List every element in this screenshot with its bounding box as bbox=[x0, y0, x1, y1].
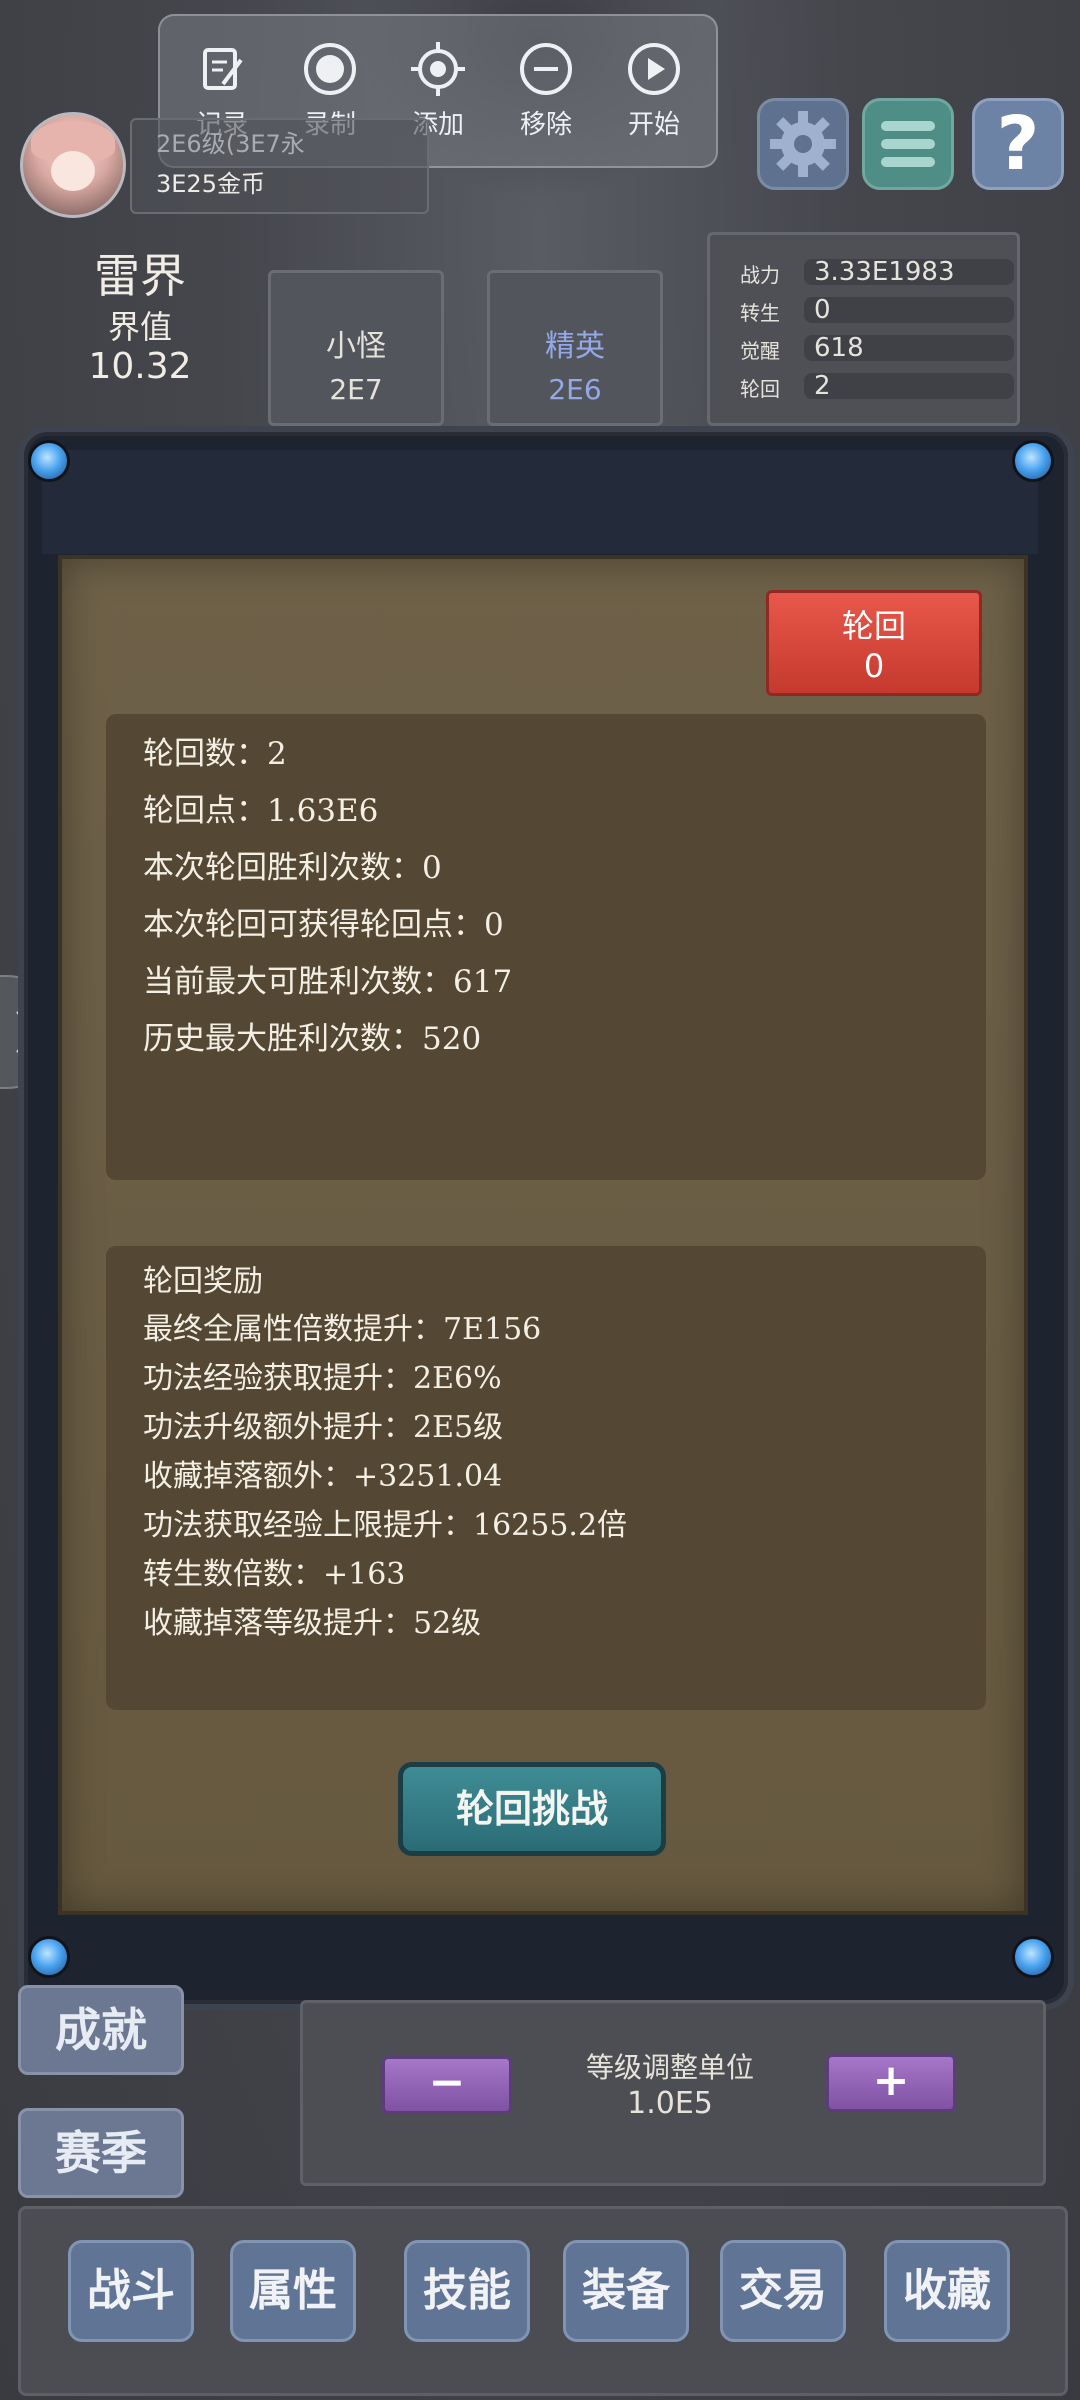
toolbar-start-label: 开始 bbox=[627, 110, 680, 140]
reward-line: 功法获取经验上限提升：16255.2倍 bbox=[143, 1508, 628, 1543]
reincarnation-info-panel bbox=[106, 714, 986, 1180]
stat-value: 0 bbox=[814, 295, 831, 325]
reward-line: 转生数倍数：+163 bbox=[143, 1557, 406, 1592]
level-increase-button[interactable]: + bbox=[826, 2054, 956, 2112]
gem-ornament-icon bbox=[28, 1936, 70, 1978]
help-button[interactable]: ? bbox=[972, 98, 1064, 190]
info-line: 历史最大胜利次数：520 bbox=[143, 1021, 482, 1057]
nav-battle-button[interactable]: 战斗 bbox=[68, 2240, 194, 2342]
world-value: 10.32 bbox=[88, 346, 192, 387]
stat-key: 觉醒 bbox=[740, 339, 780, 363]
minion-value: 2E7 bbox=[329, 373, 383, 406]
nav-equipment-button[interactable]: 装备 bbox=[563, 2240, 689, 2342]
info-line: 轮回数：2 bbox=[143, 736, 287, 772]
level-decrease-button[interactable]: − bbox=[382, 2056, 512, 2114]
player-avatar[interactable] bbox=[20, 112, 126, 218]
reincarnation-button-value: 0 bbox=[863, 647, 885, 685]
record-icon bbox=[304, 43, 356, 95]
player-level-text: 2E6级(3E7永 bbox=[156, 130, 305, 158]
gem-ornament-icon bbox=[28, 440, 70, 482]
stat-value: 618 bbox=[814, 333, 864, 363]
menu-button[interactable] bbox=[862, 98, 954, 190]
minion-label: 小怪 bbox=[326, 329, 386, 364]
crosshair-icon bbox=[411, 42, 465, 96]
nav-attributes-button[interactable]: 属性 bbox=[230, 2240, 356, 2342]
reward-line: 功法经验获取提升：2E6% bbox=[143, 1361, 502, 1396]
stat-key: 轮回 bbox=[740, 377, 780, 401]
info-line: 本次轮回可获得轮回点：0 bbox=[143, 907, 504, 943]
nav-collection-button[interactable]: 收藏 bbox=[884, 2240, 1010, 2342]
menu-icon bbox=[881, 121, 935, 167]
toolbar-start-button[interactable]: 开始 bbox=[604, 40, 704, 141]
toolbar-remove-label: 移除 bbox=[519, 110, 572, 140]
achievement-button[interactable]: 成就 bbox=[18, 1985, 184, 2075]
stat-row-rebirth: 转生 0 bbox=[730, 295, 1014, 325]
reincarnation-button-label: 轮回 bbox=[841, 607, 906, 645]
minus-circle-icon bbox=[520, 43, 572, 95]
reward-line: 收藏掉落等级提升：52级 bbox=[143, 1606, 482, 1641]
reward-line: 最终全属性倍数提升：7E156 bbox=[143, 1312, 542, 1347]
toolbar-remove-button[interactable]: 移除 bbox=[496, 40, 596, 141]
reward-line: 收藏掉落额外：+3251.04 bbox=[143, 1459, 503, 1494]
level-adjust-title: 等级调整单位 bbox=[585, 2051, 754, 2084]
nav-skills-button[interactable]: 技能 bbox=[404, 2240, 530, 2342]
modal-header bbox=[42, 450, 1038, 554]
gear-icon bbox=[770, 111, 836, 177]
stat-value: 2 bbox=[814, 371, 831, 401]
settings-button[interactable] bbox=[757, 98, 849, 190]
gem-ornament-icon bbox=[1012, 1936, 1054, 1978]
player-gold-text: 3E25金币 bbox=[156, 170, 265, 198]
gem-ornament-icon bbox=[1012, 440, 1054, 482]
reincarnation-challenge-button[interactable]: 轮回挑战 bbox=[398, 1762, 666, 1856]
stat-key: 转生 bbox=[740, 301, 780, 325]
info-line: 本次轮回胜利次数：0 bbox=[143, 850, 442, 886]
reincarnation-button[interactable]: 轮回 0 bbox=[766, 590, 982, 696]
info-line: 轮回点：1.63E6 bbox=[143, 793, 379, 829]
season-button[interactable]: 赛季 bbox=[18, 2108, 184, 2198]
world-value-label: 界值 bbox=[107, 308, 172, 346]
stats-panel: 战力 3.33E1983 转生 0 觉醒 618 轮回 2 bbox=[707, 232, 1020, 426]
stat-value: 3.33E1983 bbox=[814, 257, 955, 287]
question-icon: ? bbox=[996, 101, 1040, 187]
stat-row-reincarnation: 轮回 2 bbox=[730, 371, 1014, 401]
elite-label: 精英 bbox=[545, 329, 605, 364]
elite-value: 2E6 bbox=[548, 373, 602, 406]
level-adjust-value: 1.0E5 bbox=[627, 2086, 713, 2121]
edit-icon bbox=[203, 48, 243, 90]
nav-trade-button[interactable]: 交易 bbox=[720, 2240, 846, 2342]
stat-row-power: 战力 3.33E1983 bbox=[730, 257, 1014, 287]
reward-title: 轮回奖励 bbox=[143, 1264, 263, 1299]
minion-card[interactable]: 小怪 2E7 bbox=[268, 270, 444, 426]
reward-line: 功法升级额外提升：2E5级 bbox=[143, 1410, 504, 1445]
elite-card[interactable]: 精英 2E6 bbox=[487, 270, 663, 426]
play-icon bbox=[628, 43, 680, 95]
stat-row-awaken: 觉醒 618 bbox=[730, 333, 1014, 363]
world-name: 雷界 bbox=[94, 249, 186, 303]
info-line: 当前最大可胜利次数：617 bbox=[143, 964, 513, 1000]
stat-key: 战力 bbox=[740, 263, 780, 287]
